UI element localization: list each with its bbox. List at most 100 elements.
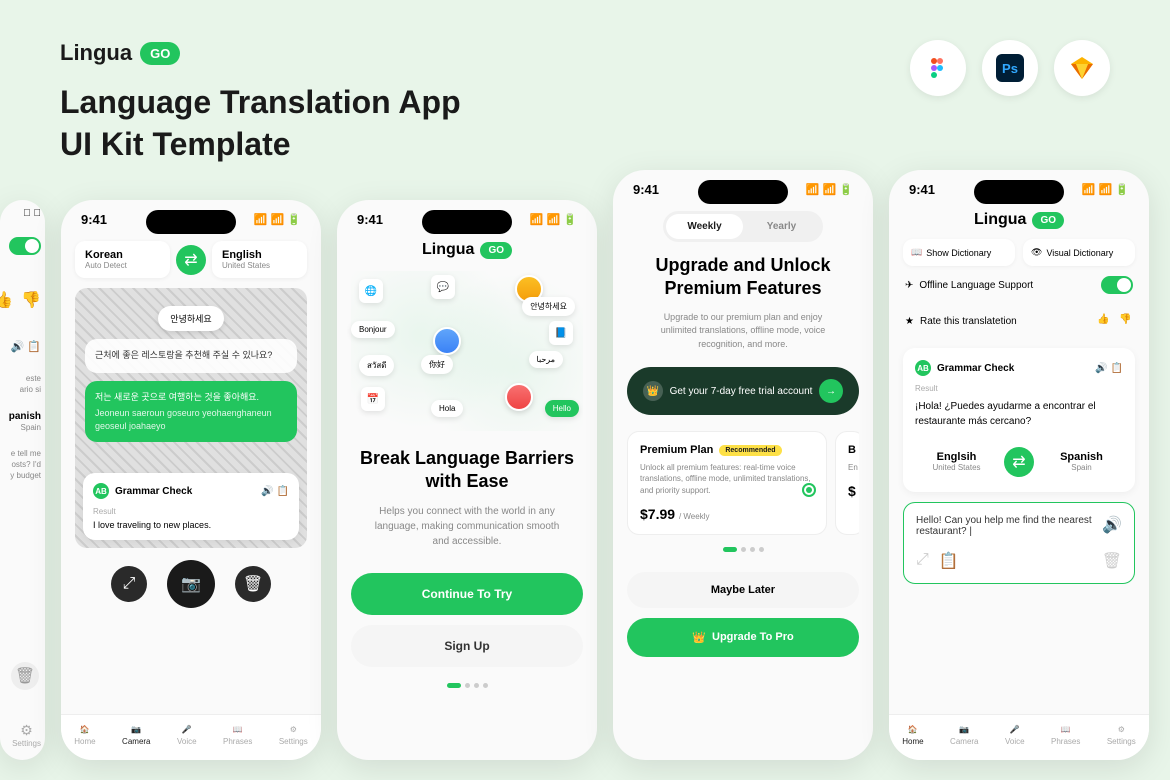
plan-card-premium[interactable]: Premium Plan Recommended Unlock all prem… xyxy=(627,431,827,535)
continue-button[interactable]: Continue To Try xyxy=(351,573,583,615)
thumb-up-icon[interactable]: 👍 xyxy=(1097,314,1111,328)
capture-button[interactable]: 📷 xyxy=(167,560,215,608)
translation-bubble: 안녕하세요 xyxy=(158,306,223,331)
tab-yearly[interactable]: Yearly xyxy=(743,214,820,239)
page-title: Language Translation App UI Kit Template xyxy=(60,82,461,165)
figma-icon xyxy=(910,40,966,96)
lang-to[interactable]: Spanish Spain xyxy=(1040,443,1123,480)
phone-home: 9:41📶 📶 🔋 Lingua GO 📖Show Dictionary 👁Vi… xyxy=(889,170,1149,760)
copy-icon[interactable]: 📋 xyxy=(939,551,959,571)
book-icon: 📖 xyxy=(911,247,922,258)
crown-icon: 👑 xyxy=(692,631,706,644)
speaker-icon[interactable]: 🔊 xyxy=(1102,515,1122,535)
crown-icon: 👑 xyxy=(643,381,663,401)
phone-partial-left: 􀙇 􀛨 👍👎 🔊 📋 esteario si panish Spain e te… xyxy=(0,200,45,760)
nav-settings[interactable]: ⚙Settings xyxy=(279,725,308,746)
upgrade-pro-button[interactable]: 👑 Upgrade To Pro xyxy=(627,618,859,657)
billing-tabs: Weekly Yearly xyxy=(663,211,823,242)
dict-buttons: 📖Show Dictionary 👁Visual Dictionary xyxy=(903,239,1135,266)
thumb-up-icon[interactable]: 👍 xyxy=(0,290,13,310)
nav-camera[interactable]: 📷Camera xyxy=(950,725,978,746)
nav-phrases[interactable]: 📖Phrases xyxy=(223,725,252,746)
avatar xyxy=(433,327,461,355)
lang-from[interactable]: Korean Auto Detect xyxy=(75,241,170,278)
trial-button[interactable]: 👑 Get your 7-day free trial account → xyxy=(627,367,859,415)
nav-settings[interactable]: ⚙Settings xyxy=(1107,725,1136,746)
phone-camera: 9:41 📶 📶 🔋 Korean Auto Detect ⇄ English … xyxy=(61,200,321,760)
nav-camera[interactable]: 📷Camera xyxy=(122,725,150,746)
toggle[interactable] xyxy=(9,237,41,255)
radio-selected[interactable] xyxy=(802,483,816,497)
upgrade-desc: Upgrade to our premium plan and enjoy un… xyxy=(627,311,859,352)
onboard-desc: Helps you connect with the world in any … xyxy=(351,504,583,549)
sketch-icon xyxy=(1054,40,1110,96)
delete-button[interactable]: 🗑 xyxy=(235,566,271,602)
logo-badge: GO xyxy=(140,42,180,65)
plan-cards: Premium Plan Recommended Unlock all prem… xyxy=(627,431,859,535)
translation-bubble: 근처에 좋은 레스토랑을 추천해 주실 수 있나요? xyxy=(85,339,297,373)
translate-card: AB Grammar Check 🔊 📋 Result ¡Hola! ¿Pued… xyxy=(903,348,1135,492)
tab-weekly[interactable]: Weekly xyxy=(666,214,743,239)
arrow-icon: → xyxy=(819,379,843,403)
lang-from[interactable]: Englsih United States xyxy=(915,443,998,480)
trash-icon[interactable]: 🗑 xyxy=(11,662,39,690)
translation-bubble: 저는 새로운 곳으로 여행하는 것을 좋아해요. Jeoneun saeroun… xyxy=(85,381,297,443)
swap-button[interactable]: ⇄ xyxy=(1004,447,1034,477)
nav-home[interactable]: 🏠Home xyxy=(74,725,95,746)
logo-text: Lingua xyxy=(60,40,132,66)
brand-logo: Lingua GO xyxy=(60,40,461,66)
audio-icon[interactable]: 🔊 📋 xyxy=(261,486,289,497)
calendar-icon: 📅 xyxy=(361,387,385,411)
nav-voice[interactable]: 🎤Voice xyxy=(177,725,197,746)
notch xyxy=(698,180,788,204)
bottom-nav: 🏠Home 📷Camera 🎤Voice 📖Phrases ⚙Settings xyxy=(889,714,1149,760)
camera-controls: ⤢ 📷 🗑 xyxy=(75,560,307,608)
grammar-badge-icon: AB xyxy=(93,483,109,499)
thumb-down-icon[interactable]: 👎 xyxy=(1119,314,1133,328)
audio-icon[interactable]: 🔊 📋 xyxy=(1095,363,1123,374)
phone-onboarding: 9:41📶 📶 🔋 Lingua GO 🌐 💬 안녕하세요 Bonjour 📘 … xyxy=(337,200,597,760)
nav-home[interactable]: 🏠Home xyxy=(902,725,923,746)
grammar-card: AB Grammar Check 🔊 📋 Result I love trave… xyxy=(83,473,299,540)
language-selector: Korean Auto Detect ⇄ English United Stat… xyxy=(75,241,307,278)
avatar xyxy=(505,383,533,411)
home-logo: Lingua GO xyxy=(903,211,1135,229)
tool-icons: Ps xyxy=(910,40,1110,96)
notch xyxy=(422,210,512,234)
onboard-logo: Lingua GO xyxy=(351,241,583,259)
thumb-down-icon[interactable]: 👎 xyxy=(21,290,41,310)
expand-icon[interactable]: ⤢ xyxy=(916,551,929,571)
onboard-title: Break Language Barriers with Ease xyxy=(351,447,583,494)
notch xyxy=(146,210,236,234)
book-icon: 📘 xyxy=(549,321,573,345)
nav-voice[interactable]: 🎤Voice xyxy=(1005,725,1025,746)
nav-phrases[interactable]: 📖Phrases xyxy=(1051,725,1080,746)
page-header: Lingua GO Language Translation App UI Ki… xyxy=(60,40,461,165)
grammar-badge-icon: AB xyxy=(915,360,931,376)
photoshop-icon: Ps xyxy=(982,40,1038,96)
world-map: 🌐 💬 안녕하세요 Bonjour 📘 สวัสดี 你好 مرحبا 📅 Ho… xyxy=(351,271,583,431)
page-dots xyxy=(351,683,583,688)
offline-toggle[interactable] xyxy=(1101,276,1133,294)
input-area[interactable]: Hello! Can you help me find the nearest … xyxy=(903,502,1135,584)
signup-button[interactable]: Sign Up xyxy=(351,625,583,667)
notch xyxy=(974,180,1064,204)
expand-button[interactable]: ⤢ xyxy=(111,566,147,602)
swap-button[interactable]: ⇄ xyxy=(176,245,206,275)
maybe-later-button[interactable]: Maybe Later xyxy=(627,572,859,608)
camera-view: 안녕하세요 근처에 좋은 레스토랑을 추천해 주실 수 있나요? 저는 새로운 … xyxy=(75,288,307,548)
plan-card-partial[interactable]: B En $ xyxy=(835,431,859,535)
globe-icon: 🌐 xyxy=(359,279,383,303)
phone-upgrade: 9:41📶 📶 🔋 Weekly Yearly Upgrade and Unlo… xyxy=(613,170,873,760)
eye-icon: 👁 xyxy=(1031,247,1042,258)
star-icon: ★ xyxy=(905,316,914,327)
rate-setting: ★Rate this translatetion 👍👎 xyxy=(903,304,1135,338)
lang-to[interactable]: English United States xyxy=(212,241,307,278)
show-dictionary-button[interactable]: 📖Show Dictionary xyxy=(903,239,1015,266)
visual-dictionary-button[interactable]: 👁Visual Dictionary xyxy=(1023,239,1135,266)
phone-showcase: 􀙇 􀛨 👍👎 🔊 📋 esteario si panish Spain e te… xyxy=(0,180,1149,760)
upgrade-title: Upgrade and Unlock Premium Features xyxy=(627,254,859,301)
trash-icon[interactable]: 🗑 xyxy=(1102,551,1122,571)
chat-icon: 💬 xyxy=(431,275,455,299)
svg-text:Ps: Ps xyxy=(1002,61,1018,76)
